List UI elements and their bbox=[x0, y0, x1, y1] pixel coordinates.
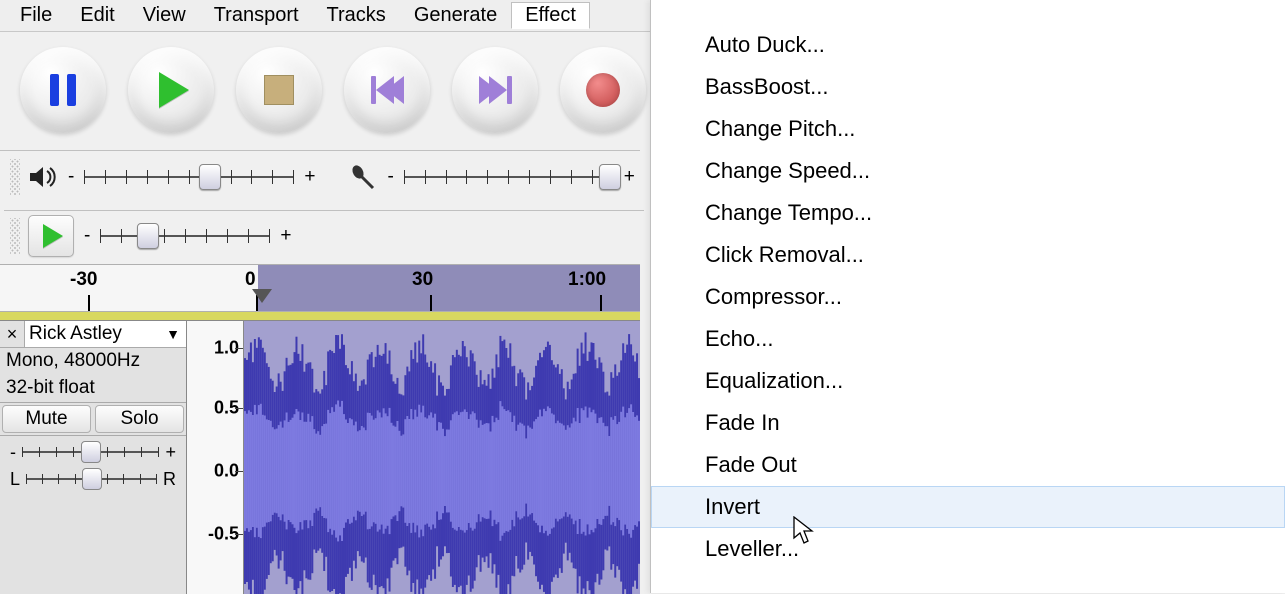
toolbar-grip-icon[interactable] bbox=[10, 159, 20, 195]
mute-button[interactable]: Mute bbox=[2, 405, 91, 433]
speed-minus-label: - bbox=[84, 225, 90, 247]
track-gain-slider[interactable]: - + bbox=[0, 436, 186, 463]
play-icon bbox=[159, 72, 189, 108]
output-minus-label: - bbox=[68, 166, 74, 188]
menu-generate[interactable]: Generate bbox=[400, 2, 511, 29]
ruler-label: 30 bbox=[412, 269, 433, 291]
effect-echo[interactable]: Echo... bbox=[651, 318, 1285, 360]
skip-end-button[interactable] bbox=[452, 47, 538, 133]
playhead-icon[interactable] bbox=[252, 289, 272, 303]
effect-click-removal[interactable]: Click Removal... bbox=[651, 234, 1285, 276]
chevron-down-icon: ▼ bbox=[166, 326, 180, 342]
pause-icon bbox=[50, 74, 76, 106]
timeline: -30 0 30 1:00 bbox=[0, 264, 640, 321]
effect-change-tempo[interactable]: Change Tempo... bbox=[651, 192, 1285, 234]
speaker-icon bbox=[28, 164, 58, 190]
track-name-label: Rick Astley bbox=[29, 323, 122, 345]
track-area: × Rick Astley ▼ Mono, 48000Hz 32-bit flo… bbox=[0, 320, 640, 594]
solo-button[interactable]: Solo bbox=[95, 405, 184, 433]
play-at-speed-button[interactable] bbox=[28, 215, 74, 257]
effect-change-speed[interactable]: Change Speed... bbox=[651, 150, 1285, 192]
input-minus-label: - bbox=[387, 166, 393, 188]
effect-menu: Auto Duck... BassBoost... Change Pitch..… bbox=[650, 0, 1285, 593]
close-track-button[interactable]: × bbox=[0, 321, 25, 347]
waveform-display[interactable] bbox=[244, 321, 640, 594]
transport-toolbar bbox=[20, 40, 646, 140]
menu-transport[interactable]: Transport bbox=[200, 2, 313, 29]
pan-right-label: R bbox=[163, 469, 176, 490]
menu-tracks[interactable]: Tracks bbox=[313, 2, 400, 29]
track-pan-slider[interactable]: L R bbox=[0, 463, 186, 490]
effect-invert[interactable]: Invert bbox=[651, 486, 1285, 528]
gain-minus-label: - bbox=[10, 442, 16, 463]
speed-plus-label: + bbox=[280, 225, 291, 247]
pan-left-label: L bbox=[10, 469, 20, 490]
effect-compressor[interactable]: Compressor... bbox=[651, 276, 1285, 318]
record-button[interactable] bbox=[560, 47, 646, 133]
mixer-toolbar: - + - + bbox=[4, 152, 644, 202]
record-icon bbox=[586, 73, 620, 107]
amplitude-ruler: 1.0 0.5 0.0 -0.5 bbox=[187, 321, 244, 594]
effect-fade-in[interactable]: Fade In bbox=[651, 402, 1285, 444]
play-icon bbox=[43, 224, 63, 248]
track-control-panel: × Rick Astley ▼ Mono, 48000Hz 32-bit flo… bbox=[0, 321, 187, 594]
effect-fade-out[interactable]: Fade Out bbox=[651, 444, 1285, 486]
input-plus-label: + bbox=[624, 166, 635, 188]
effect-auto-duck[interactable]: Auto Duck... bbox=[651, 24, 1285, 66]
effect-change-pitch[interactable]: Change Pitch... bbox=[651, 108, 1285, 150]
toolbar-grip-icon[interactable] bbox=[10, 218, 20, 254]
skip-start-button[interactable] bbox=[344, 47, 430, 133]
playback-speed-slider[interactable] bbox=[100, 223, 270, 249]
track-name-dropdown[interactable]: Rick Astley ▼ bbox=[25, 321, 186, 347]
effect-equalization[interactable]: Equalization... bbox=[651, 360, 1285, 402]
stop-icon bbox=[264, 75, 294, 105]
gain-plus-label: + bbox=[165, 442, 176, 463]
menu-edit[interactable]: Edit bbox=[66, 2, 128, 29]
time-ruler[interactable]: -30 0 30 1:00 bbox=[0, 264, 640, 312]
input-volume-slider[interactable] bbox=[404, 164, 614, 190]
effect-bass-boost[interactable]: BassBoost... bbox=[651, 66, 1285, 108]
pause-button[interactable] bbox=[20, 47, 106, 133]
menu-view[interactable]: View bbox=[129, 2, 200, 29]
output-volume-slider[interactable] bbox=[84, 164, 294, 190]
effect-leveller[interactable]: Leveller... bbox=[651, 528, 1285, 570]
microphone-icon bbox=[347, 162, 377, 192]
menu-file[interactable]: File bbox=[6, 2, 66, 29]
track-format-line2: 32-bit float bbox=[0, 375, 186, 402]
ruler-label: 1:00 bbox=[568, 269, 606, 291]
menu-effect[interactable]: Effect bbox=[511, 2, 590, 29]
stop-button[interactable] bbox=[236, 47, 322, 133]
skip-end-icon bbox=[479, 76, 512, 104]
ruler-label: 0 bbox=[245, 269, 256, 291]
output-plus-label: + bbox=[304, 166, 315, 188]
ruler-label: -30 bbox=[70, 269, 97, 291]
track-format-line1: Mono, 48000Hz bbox=[0, 348, 186, 375]
transcription-toolbar: - + bbox=[4, 210, 644, 260]
skip-start-icon bbox=[371, 76, 404, 104]
play-button[interactable] bbox=[128, 47, 214, 133]
